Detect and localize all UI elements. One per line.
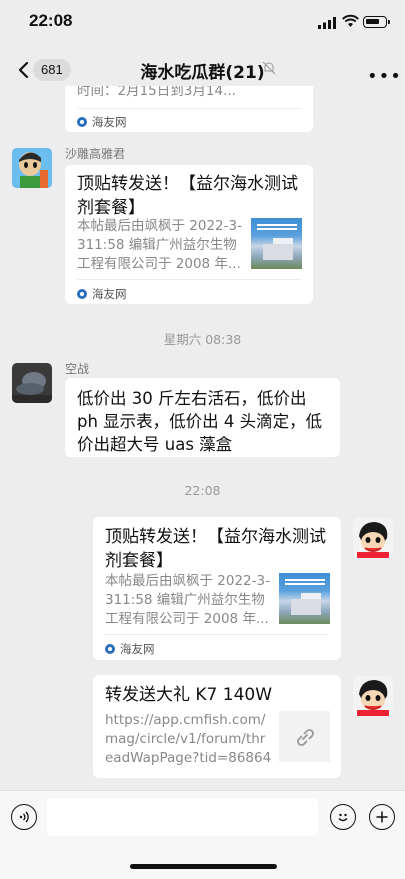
card-source: 海友网 <box>77 114 127 130</box>
home-indicator[interactable] <box>130 864 277 869</box>
timestamp: 22:08 <box>184 483 221 498</box>
card-thumbnail <box>251 218 302 269</box>
card-source: 海友网 <box>105 641 155 657</box>
link-icon <box>296 728 314 746</box>
message-card[interactable]: 顶贴转发送！【益尔海水测试剂套餐】 本帖最后由飒枫于 2022-3-311:58… <box>65 165 313 304</box>
avatar-image <box>353 676 393 716</box>
card-desc: 本帖最后由飒枫于 2022-3-311:58 编辑广州益尔生物工程有限公司于 2… <box>77 218 242 272</box>
chat-title: 海水吃瓜群(21) <box>140 63 265 83</box>
card-source: 海友网 <box>77 286 127 302</box>
card-desc: 本帖最后由飒枫于 2022-3-311:58 编辑广州益尔生物工程有限公司于 2… <box>105 573 270 627</box>
card-source-label: 海友网 <box>92 115 127 129</box>
source-logo-icon <box>77 289 87 299</box>
card-thumbnail <box>279 573 330 624</box>
message-card[interactable]: 顶贴转发送！【益尔海水测试剂套餐】 本帖最后由飒枫于 2022-3-311:58… <box>93 517 341 660</box>
bell-muted-icon <box>262 61 276 75</box>
sender-name: 空战 <box>65 362 90 376</box>
cellular-signal-icon <box>318 17 336 29</box>
wifi-icon <box>342 14 359 27</box>
avatar-image <box>12 363 52 403</box>
avatar[interactable] <box>12 148 52 188</box>
my-avatar[interactable] <box>353 676 393 716</box>
avatar-image <box>353 518 393 558</box>
emoji-icon[interactable] <box>330 804 356 830</box>
page-title: 海水吃瓜群(21) <box>0 58 405 83</box>
card-desc: 时间：2月15日到3月14... <box>77 86 236 99</box>
text-message[interactable]: 低价出 30 斤左右活石，低价出 ph 显示表，低价出 4 头滴定，低价出超大号… <box>65 378 340 457</box>
source-logo-icon <box>77 117 87 127</box>
card-divider <box>77 108 301 109</box>
timestamp: 星期六 08:38 <box>163 332 242 347</box>
card-divider <box>77 279 301 280</box>
avatar[interactable] <box>12 363 52 403</box>
plus-icon[interactable] <box>369 804 395 830</box>
message-card-partial[interactable]: 时间：2月15日到3月14... 海友网 <box>65 86 313 132</box>
my-avatar[interactable] <box>353 518 393 558</box>
status-time: 22:08 <box>29 11 73 30</box>
message-input[interactable] <box>47 798 318 836</box>
sender-name: 沙雕高雅君 <box>65 147 126 161</box>
avatar-image <box>12 148 52 188</box>
link-thumbnail <box>279 711 330 762</box>
link-message-card[interactable]: 转发送大礼 K7 140W https://app.cmfish.com/mag… <box>93 675 341 778</box>
card-title: 顶贴转发送！【益尔海水测试剂套餐】 <box>77 174 298 218</box>
more-dots-icon[interactable]: ••• <box>367 66 402 87</box>
card-title: 顶贴转发送！【益尔海水测试剂套餐】 <box>105 527 326 571</box>
battery-icon <box>363 16 390 28</box>
voice-icon[interactable] <box>11 804 37 830</box>
card-source-label: 海友网 <box>120 642 155 656</box>
source-logo-icon <box>105 644 115 654</box>
link-url: https://app.cmfish.com/mag/circle/v1/for… <box>105 712 272 766</box>
card-divider <box>105 634 329 635</box>
link-title: 转发送大礼 K7 140W <box>105 685 273 705</box>
card-source-label: 海友网 <box>92 287 127 301</box>
status-bar: 22:08 <box>0 0 405 48</box>
